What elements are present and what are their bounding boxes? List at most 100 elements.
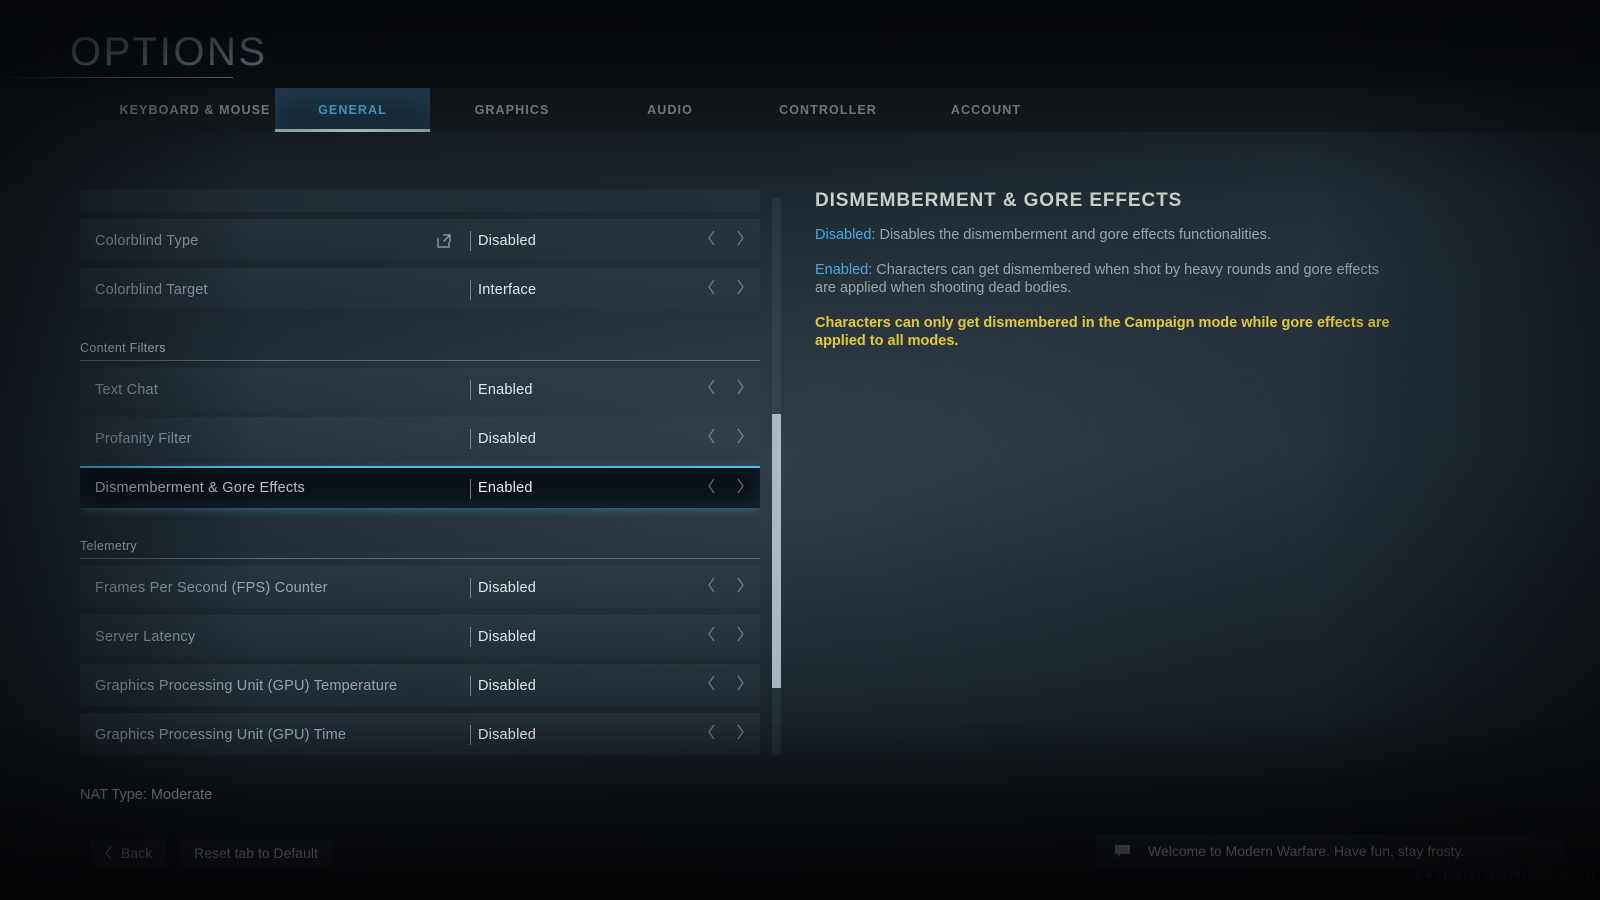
value-divider [470,676,471,696]
chevron-right-icon [737,675,744,691]
value-next-button[interactable] [735,674,746,697]
value-prev-button[interactable] [706,278,717,301]
footer-button-group: Back Reset tab to Default [90,839,332,867]
tab-audio[interactable]: AUDIO [585,88,755,132]
chevron-left-icon [708,379,715,395]
settings-list: Colorblind Type Disabled Colorblind Target… [80,190,760,755]
settings-row[interactable]: Colorblind Target Interface [80,268,760,310]
chevron-left-icon [708,279,715,295]
chevron-left-icon [708,230,715,246]
detail-paragraph: Enabled: Characters can get dismembered … [815,261,1395,298]
detail-panel: DISMEMBERMENT & GORE EFFECTS Disabled: D… [815,190,1395,351]
detail-body: Disabled: Disables the dismemberment and… [815,226,1395,298]
settings-row[interactable]: Profanity Filter Disabled [80,417,760,459]
chevron-right-icon [737,428,744,444]
settings-row-label: Profanity Filter [95,430,192,447]
value-next-button[interactable] [735,477,746,500]
value-stepper [706,477,746,500]
settings-row-label: Colorblind Target [95,281,208,298]
value-stepper [706,625,746,648]
settings-row[interactable]: Graphics Processing Unit (GPU) Temperatu… [80,664,760,706]
value-prev-button[interactable] [706,427,717,450]
value-divider [470,380,471,400]
chevron-right-icon [737,230,744,246]
title-underline [0,77,233,78]
tab-label: ACCOUNT [950,103,1022,117]
tab-graphics[interactable]: GRAPHICS [427,88,597,132]
value-prev-button[interactable] [706,576,717,599]
tab-label: GRAPHICS [474,103,550,117]
chevron-right-icon [737,626,744,642]
settings-row-value: Disabled [478,579,537,596]
value-next-button[interactable] [735,427,746,450]
chevron-left-icon [708,675,715,691]
tab-account[interactable]: ACCOUNT [901,88,1071,132]
value-prev-button[interactable] [706,229,717,252]
value-stepper [706,278,746,301]
settings-row[interactable]: Server Latency Disabled [80,615,760,657]
detail-title: DISMEMBERMENT & GORE EFFECTS [815,190,1183,211]
row-spacer [80,706,760,713]
settings-row[interactable]: Text Chat Enabled [80,368,760,410]
tab-general[interactable]: GENERAL [275,88,430,132]
value-next-button[interactable] [735,576,746,599]
header-bar: OPTIONS [0,0,1600,88]
settings-row[interactable]: Dismemberment & Gore Effects Enabled [80,466,760,508]
settings-scrollbar-thumb[interactable] [772,414,781,688]
settings-row[interactable]: Graphics Processing Unit (GPU) Time Disab… [80,713,760,755]
value-prev-button[interactable] [706,625,717,648]
chevron-right-icon [737,724,744,740]
back-button[interactable]: Back [90,839,167,867]
value-prev-button[interactable] [706,477,717,500]
value-stepper [706,427,746,450]
value-divider [470,578,471,598]
detail-paragraph: Disabled: Disables the dismemberment and… [815,226,1395,245]
settings-row-partial [80,190,760,212]
settings-row-label: Graphics Processing Unit (GPU) Temperatu… [95,677,398,694]
detail-paragraph-text: Characters can get dismembered when shot… [815,261,1379,297]
settings-section-header: Content Filters [80,317,760,361]
value-divider [470,627,471,647]
toast-message: Welcome to Modern Warfare. Have fun, sta… [1148,843,1465,859]
row-spacer [80,310,760,317]
settings-row-value: Disabled [478,628,537,645]
settings-scrollbar-track[interactable] [772,198,781,755]
settings-row-label: Dismemberment & Gore Effects [95,480,306,496]
value-prev-button[interactable] [706,723,717,746]
section-label: Telemetry [80,539,137,553]
settings-row-label: Graphics Processing Unit (GPU) Time [95,726,347,743]
tab-label: CONTROLLER [779,103,877,117]
value-next-button[interactable] [735,278,746,301]
external-link-icon[interactable] [435,232,453,250]
value-prev-button[interactable] [706,378,717,401]
nat-type-status: NAT Type: Moderate [80,787,213,803]
page-title: OPTIONS [70,30,268,74]
tab-controller[interactable]: CONTROLLER [738,88,918,132]
reset-tab-to-default-button[interactable]: Reset tab to Default [180,839,332,867]
value-next-button[interactable] [735,723,746,746]
value-next-button[interactable] [735,625,746,648]
toast-notification: Welcome to Modern Warfare. Have fun, sta… [1097,834,1565,868]
settings-row[interactable]: Frames Per Second (FPS) Counter Disabled [80,566,760,608]
settings-row-label: Server Latency [95,628,196,645]
settings-row-label: Frames Per Second (FPS) Counter [95,579,328,596]
value-divider [470,479,471,499]
settings-section-header: Telemetry [80,515,760,559]
detail-paragraph-key: Enabled [815,261,869,278]
settings-row[interactable]: Colorblind Type Disabled [80,219,760,261]
value-divider [470,429,471,449]
chevron-left-icon [708,428,715,444]
row-spacer [80,410,760,417]
chevron-right-icon [737,279,744,295]
value-next-button[interactable] [735,229,746,252]
section-rule [80,558,760,559]
detail-warning: Characters can only get dismembered in t… [815,314,1390,350]
settings-row-label: Colorblind Type [95,232,199,249]
tab-label: AUDIO [647,103,693,117]
settings-row-value: Disabled [478,677,537,694]
chevron-left-icon [708,724,715,740]
row-spacer [80,261,760,268]
value-stepper [706,723,746,746]
value-next-button[interactable] [735,378,746,401]
value-prev-button[interactable] [706,674,717,697]
